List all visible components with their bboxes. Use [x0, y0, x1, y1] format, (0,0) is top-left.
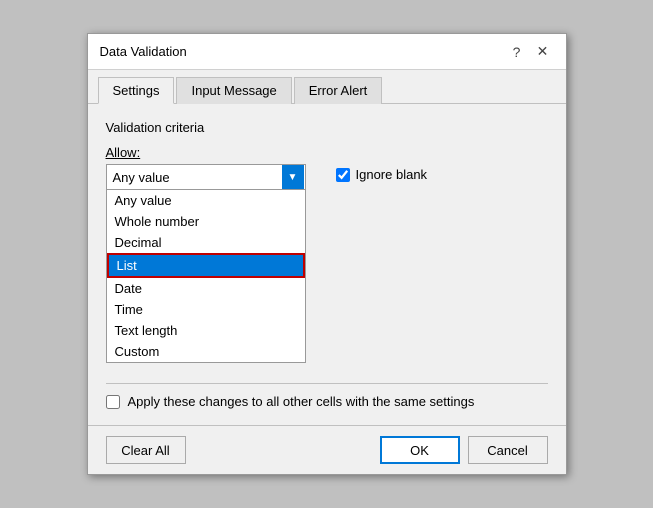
dropdown-item-time[interactable]: Time — [107, 299, 305, 320]
allow-label: Allow: — [106, 145, 141, 160]
apply-changes-label: Apply these changes to all other cells w… — [128, 394, 475, 409]
allow-column: Allow: Any value ▼ Any value Whole numbe… — [106, 145, 306, 363]
dropdown-item-date[interactable]: Date — [107, 278, 305, 299]
dialog-body: Validation criteria Allow: Any value ▼ A… — [88, 104, 566, 425]
ignore-blank-checkbox[interactable] — [336, 168, 350, 182]
allow-dropdown-container: Any value ▼ Any value Whole number Decim… — [106, 164, 306, 363]
apply-changes-checkbox[interactable] — [106, 395, 120, 409]
dropdown-item-custom[interactable]: Custom — [107, 341, 305, 362]
footer-right: OK Cancel — [380, 436, 548, 464]
ignore-blank-label: Ignore blank — [356, 167, 428, 182]
data-validation-dialog: Data Validation ? ✕ Settings Input Messa… — [87, 33, 567, 475]
apply-row: Apply these changes to all other cells w… — [106, 383, 548, 409]
dropdown-item-whole-number[interactable]: Whole number — [107, 211, 305, 232]
title-bar-controls: ? ✕ — [506, 41, 554, 63]
dialog-title: Data Validation — [100, 44, 187, 59]
clear-all-button[interactable]: Clear All — [106, 436, 186, 464]
allow-row: Allow: Any value ▼ Any value Whole numbe… — [106, 145, 548, 363]
dropdown-arrow-icon: ▼ — [282, 165, 304, 189]
help-button[interactable]: ? — [506, 41, 528, 63]
section-title: Validation criteria — [106, 120, 548, 135]
dropdown-item-any-value[interactable]: Any value — [107, 190, 305, 211]
allow-dropdown-value: Any value — [113, 170, 170, 185]
dropdown-item-list[interactable]: List — [107, 253, 305, 278]
dropdown-item-text-length[interactable]: Text length — [107, 320, 305, 341]
dropdown-item-decimal[interactable]: Decimal — [107, 232, 305, 253]
tabs-bar: Settings Input Message Error Alert — [88, 70, 566, 104]
footer: Clear All OK Cancel — [88, 425, 566, 474]
tab-settings[interactable]: Settings — [98, 77, 175, 104]
tab-input-message[interactable]: Input Message — [176, 77, 291, 104]
allow-dropdown[interactable]: Any value ▼ — [106, 164, 306, 190]
tab-error-alert[interactable]: Error Alert — [294, 77, 383, 104]
dropdown-list: Any value Whole number Decimal List Date… — [106, 190, 306, 363]
title-bar: Data Validation ? ✕ — [88, 34, 566, 70]
close-button[interactable]: ✕ — [532, 41, 554, 63]
footer-left: Clear All — [106, 436, 186, 464]
ok-button[interactable]: OK — [380, 436, 460, 464]
ignore-blank-row: Ignore blank — [336, 167, 428, 182]
cancel-button[interactable]: Cancel — [468, 436, 548, 464]
